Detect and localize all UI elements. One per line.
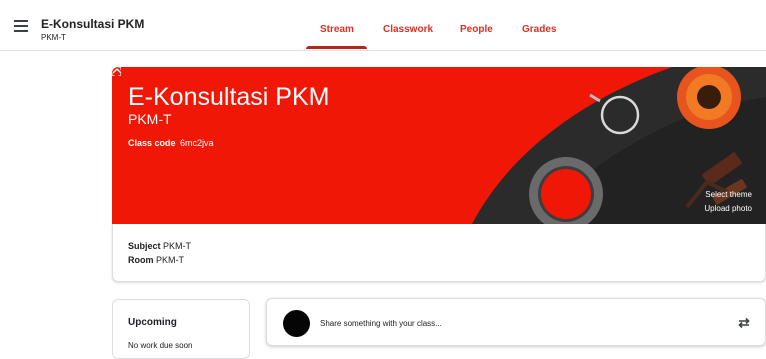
upcoming-title: Upcoming bbox=[128, 317, 177, 328]
class-section: PKM-T bbox=[41, 33, 66, 42]
share-input[interactable]: Share something with your class... bbox=[320, 319, 442, 328]
active-tab-indicator bbox=[306, 46, 367, 49]
tab-grades[interactable]: Grades bbox=[522, 24, 556, 35]
room-value: PKM-T bbox=[156, 255, 185, 265]
banner-subtitle: PKM-T bbox=[128, 111, 172, 127]
room-line: Room PKM-T bbox=[128, 255, 184, 265]
repost-icon[interactable] bbox=[737, 316, 751, 330]
banner-title: E-Konsultasi PKM bbox=[128, 83, 330, 111]
tab-stream[interactable]: Stream bbox=[320, 24, 354, 35]
select-theme-link[interactable]: Select theme bbox=[705, 190, 752, 199]
top-app-bar: E-Konsultasi PKM PKM-T Stream Classwork … bbox=[0, 0, 766, 51]
upcoming-card: Upcoming No work due soon bbox=[112, 299, 250, 359]
tab-classwork[interactable]: Classwork bbox=[383, 24, 433, 35]
subject-value: PKM-T bbox=[163, 241, 192, 251]
class-code-label: Class code bbox=[128, 138, 176, 148]
subject-label: Subject bbox=[128, 241, 161, 251]
avatar bbox=[283, 310, 310, 337]
class-name[interactable]: E-Konsultasi PKM bbox=[41, 17, 144, 31]
share-box[interactable]: Share something with your class... bbox=[266, 298, 766, 346]
room-label: Room bbox=[128, 255, 154, 265]
tab-people[interactable]: People bbox=[460, 24, 493, 35]
chevron-up-icon[interactable] bbox=[112, 67, 122, 74]
class-details: Subject PKM-T Room PKM-T bbox=[112, 224, 766, 282]
class-code-value: 6mc2jva bbox=[180, 138, 214, 148]
class-banner: E-Konsultasi PKM PKM-T Class code 6mc2jv… bbox=[112, 67, 766, 224]
subject-line: Subject PKM-T bbox=[128, 241, 191, 251]
menu-icon[interactable] bbox=[14, 20, 28, 32]
upload-photo-link[interactable]: Upload photo bbox=[704, 204, 752, 213]
